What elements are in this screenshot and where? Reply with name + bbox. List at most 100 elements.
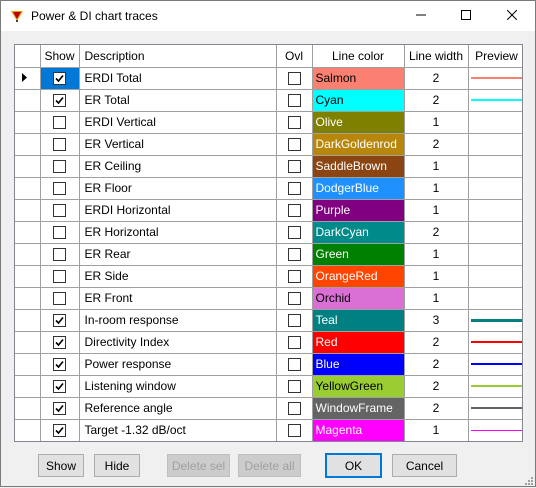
- ovl-checkbox[interactable]: [287, 226, 301, 240]
- ovl-checkbox[interactable]: [287, 116, 301, 130]
- show-checkbox[interactable]: [53, 358, 66, 372]
- description-cell[interactable]: ER Floor: [79, 177, 277, 200]
- table-row[interactable]: ER Side OrangeRed 1: [15, 265, 522, 288]
- show-checkbox[interactable]: [53, 226, 66, 240]
- ovl-checkbox[interactable]: [287, 248, 301, 262]
- hide-button[interactable]: Hide: [94, 454, 140, 477]
- ovl-checkbox[interactable]: [287, 292, 301, 306]
- description-cell[interactable]: ERDI Total: [79, 67, 277, 90]
- ovl-checkbox[interactable]: [287, 72, 301, 86]
- traces-grid[interactable]: Show Description Ovl Line color Line wid…: [14, 44, 523, 442]
- row-header[interactable]: [15, 265, 41, 288]
- line-width-cell[interactable]: 1: [404, 243, 469, 266]
- row-header[interactable]: [15, 309, 41, 332]
- line-color-cell[interactable]: Orchid: [312, 287, 405, 310]
- line-color-cell[interactable]: Teal: [312, 309, 405, 332]
- column-header-preview[interactable]: Preview: [468, 45, 522, 68]
- column-header-description[interactable]: Description: [79, 45, 277, 68]
- column-header-ovl[interactable]: Ovl: [276, 45, 313, 68]
- line-width-cell[interactable]: 1: [404, 199, 469, 222]
- description-cell[interactable]: In-room response: [79, 309, 277, 332]
- row-header[interactable]: [15, 243, 41, 266]
- description-cell[interactable]: ER Ceiling: [79, 155, 277, 178]
- cancel-button[interactable]: Cancel: [392, 454, 457, 477]
- description-cell[interactable]: Listening window: [79, 375, 277, 398]
- line-width-cell[interactable]: 1: [404, 287, 469, 310]
- line-color-cell[interactable]: Red: [312, 331, 405, 354]
- table-row[interactable]: Directivity Index Red 2: [15, 331, 522, 354]
- line-width-cell[interactable]: 3: [404, 309, 469, 332]
- description-cell[interactable]: ER Total: [79, 89, 277, 112]
- delete-sel-button[interactable]: Delete sel: [167, 454, 230, 477]
- table-row[interactable]: ER Horizontal DarkCyan 2: [15, 221, 522, 244]
- ovl-checkbox[interactable]: [287, 138, 301, 152]
- line-color-cell[interactable]: DarkCyan: [312, 221, 405, 244]
- description-cell[interactable]: ERDI Vertical: [79, 111, 277, 134]
- row-header[interactable]: [15, 67, 41, 90]
- line-color-cell[interactable]: Blue: [312, 353, 405, 376]
- line-color-cell[interactable]: Olive: [312, 111, 405, 134]
- description-cell[interactable]: ERDI Horizontal: [79, 199, 277, 222]
- close-button[interactable]: [489, 1, 534, 31]
- line-color-cell[interactable]: DarkGoldenrod: [312, 133, 405, 156]
- line-width-cell[interactable]: 2: [404, 375, 469, 398]
- line-width-cell[interactable]: 2: [404, 89, 469, 112]
- column-header-show[interactable]: Show: [40, 45, 80, 68]
- description-cell[interactable]: ER Vertical: [79, 133, 277, 156]
- table-row[interactable]: Power response Blue 2: [15, 353, 522, 376]
- row-header[interactable]: [15, 177, 41, 200]
- ovl-checkbox[interactable]: [287, 358, 301, 372]
- line-color-cell[interactable]: Magenta: [312, 419, 405, 441]
- title-bar[interactable]: Power & DI chart traces: [1, 1, 535, 31]
- show-button[interactable]: Show: [38, 454, 84, 477]
- line-color-cell[interactable]: SaddleBrown: [312, 155, 405, 178]
- ovl-checkbox[interactable]: [287, 94, 301, 108]
- show-checkbox[interactable]: [53, 116, 66, 130]
- table-row[interactable]: ER Vertical DarkGoldenrod 2: [15, 133, 522, 156]
- line-width-cell[interactable]: 2: [404, 397, 469, 420]
- table-row[interactable]: ERDI Vertical Olive 1: [15, 111, 522, 134]
- table-row[interactable]: Reference angle WindowFrame 2: [15, 397, 522, 420]
- row-header[interactable]: [15, 419, 41, 441]
- row-header[interactable]: [15, 155, 41, 178]
- ovl-checkbox[interactable]: [287, 270, 301, 284]
- line-color-cell[interactable]: Green: [312, 243, 405, 266]
- show-checkbox[interactable]: [53, 314, 66, 328]
- column-header-line-width[interactable]: Line width: [404, 45, 469, 68]
- ovl-checkbox[interactable]: [287, 380, 301, 394]
- table-row[interactable]: ER Total Cyan 2: [15, 89, 522, 112]
- row-header[interactable]: [15, 133, 41, 156]
- line-width-cell[interactable]: 1: [404, 265, 469, 288]
- row-header[interactable]: [15, 111, 41, 134]
- table-row[interactable]: Target -1.32 dB/oct Magenta 1: [15, 419, 522, 441]
- ovl-checkbox[interactable]: [287, 204, 301, 218]
- delete-all-button[interactable]: Delete all: [238, 454, 301, 477]
- line-width-cell[interactable]: 1: [404, 111, 469, 134]
- resize-grip-icon[interactable]: [523, 474, 533, 485]
- show-checkbox[interactable]: [53, 270, 66, 284]
- line-color-cell[interactable]: WindowFrame: [312, 397, 405, 420]
- show-checkbox[interactable]: [53, 182, 66, 196]
- description-cell[interactable]: ER Rear: [79, 243, 277, 266]
- row-header[interactable]: [15, 353, 41, 376]
- description-cell[interactable]: ER Front: [79, 287, 277, 310]
- description-cell[interactable]: ER Side: [79, 265, 277, 288]
- show-checkbox[interactable]: [53, 402, 66, 416]
- description-cell[interactable]: Directivity Index: [79, 331, 277, 354]
- table-row[interactable]: Listening window YellowGreen 2: [15, 375, 522, 398]
- description-cell[interactable]: Power response: [79, 353, 277, 376]
- show-checkbox[interactable]: [53, 94, 66, 108]
- show-checkbox[interactable]: [53, 72, 66, 86]
- column-header-line-color[interactable]: Line color: [312, 45, 405, 68]
- description-cell[interactable]: ER Horizontal: [79, 221, 277, 244]
- show-checkbox[interactable]: [53, 380, 66, 394]
- maximize-button[interactable]: [443, 1, 488, 31]
- show-checkbox[interactable]: [53, 336, 66, 350]
- table-row[interactable]: ERDI Total Salmon 2: [15, 67, 522, 90]
- table-row[interactable]: In-room response Teal 3: [15, 309, 522, 332]
- minimize-button[interactable]: [398, 1, 443, 31]
- line-color-cell[interactable]: OrangeRed: [312, 265, 405, 288]
- line-width-cell[interactable]: 1: [404, 419, 469, 441]
- line-color-cell[interactable]: Cyan: [312, 89, 405, 112]
- row-header[interactable]: [15, 287, 41, 310]
